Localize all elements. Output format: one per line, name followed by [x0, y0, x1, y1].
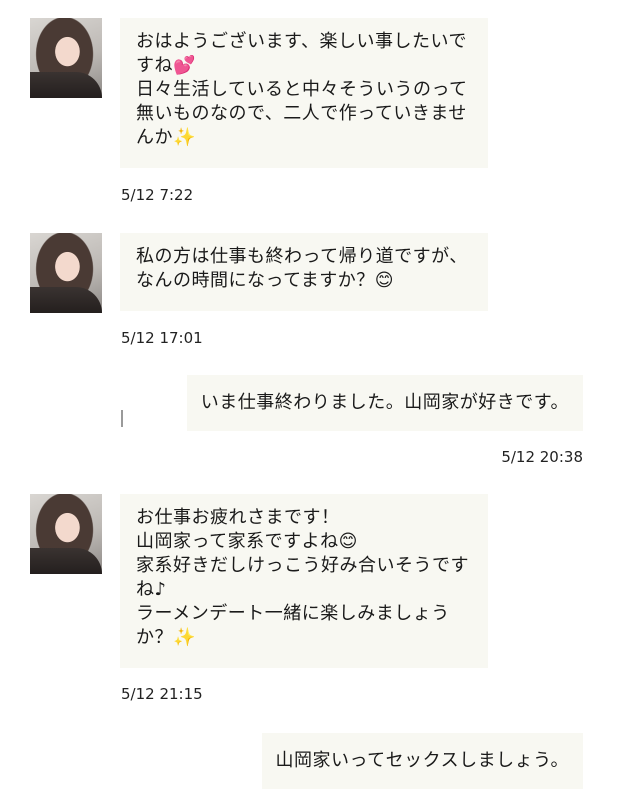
text-cursor [121, 410, 123, 427]
message-bubble-incoming: おはようございます、楽しい事したいですね💕 日々生活していると中々そういうのって… [120, 18, 488, 168]
avatar[interactable] [30, 494, 102, 574]
message-bubble-outgoing: 山岡家いってセックスしましょう。 [261, 733, 583, 789]
message-timestamp: 5/12 7:22 [121, 186, 194, 204]
message-timestamp: 5/12 20:38 [501, 448, 583, 466]
avatar[interactable] [30, 18, 102, 98]
avatar[interactable] [30, 233, 102, 313]
message-bubble-incoming: 私の方は仕事も終わって帰り道ですが、なんの時間になってますか？😊 [120, 233, 488, 311]
message-timestamp: 5/12 21:15 [121, 685, 203, 703]
message-bubble-incoming: お仕事お疲れさまです！ 山岡家って家系ですよね😊 家系好きだしけっこう好み合いそ… [120, 494, 488, 668]
message-timestamp: 5/12 17:01 [121, 329, 203, 347]
message-bubble-outgoing: いま仕事終わりました。山岡家が好きです。 [186, 375, 583, 431]
